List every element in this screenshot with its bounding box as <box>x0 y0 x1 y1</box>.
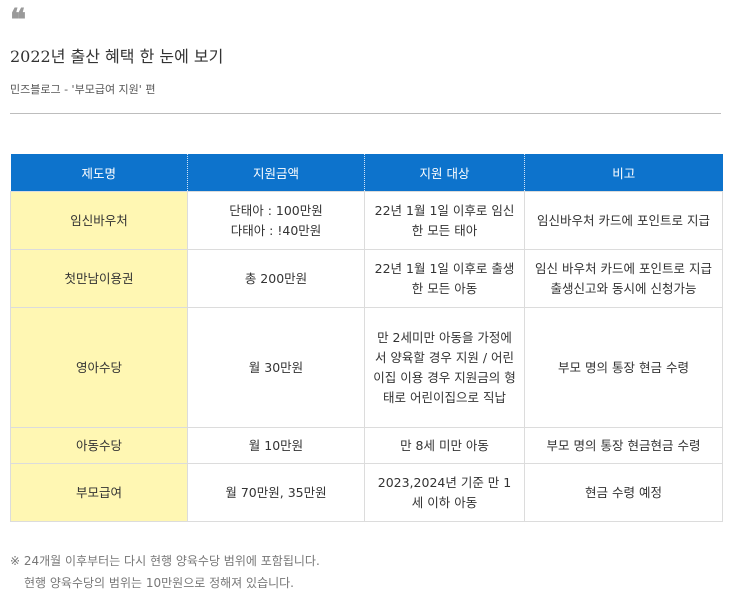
amount-cell: 단태아 : 100만원 다태아 : !40만원 <box>187 191 365 250</box>
column-header-target: 지원 대상 <box>364 154 525 192</box>
program-name-cell: 첫만남이용권 <box>10 249 188 308</box>
divider <box>10 113 721 114</box>
target-cell: 2023,2024년 기준 만 1세 이하 아동 <box>364 463 525 522</box>
note-cell: 부모 명의 통장 현금 수령 <box>524 307 723 428</box>
amount-cell: 월 10만원 <box>187 427 365 464</box>
program-name-cell: 아동수당 <box>10 427 188 464</box>
target-cell: 22년 1월 1일 이후로 출생한 모든 아동 <box>364 249 525 308</box>
program-name-cell: 임신바우처 <box>10 191 188 250</box>
target-cell: 만 2세미만 아동을 가정에서 양육할 경우 지원 / 어린이집 이용 경우 지… <box>364 307 525 428</box>
column-header-program: 제도명 <box>10 154 188 192</box>
target-cell: 만 8세 미만 아동 <box>364 427 525 464</box>
table-row: 부모급여 월 70만원, 35만원 2023,2024년 기준 만 1세 이하 … <box>10 463 723 522</box>
amount-cell: 월 70만원, 35만원 <box>187 463 365 522</box>
table-row: 임신바우처 단태아 : 100만원 다태아 : !40만원 22년 1월 1일 … <box>10 191 723 250</box>
target-cell: 22년 1월 1일 이후로 임신한 모든 태아 <box>364 191 525 250</box>
note-cell: 임신 바우처 카드에 포인트로 지급 출생신고와 동시에 신청가능 <box>524 249 723 308</box>
program-name-cell: 영아수당 <box>10 307 188 428</box>
page-subtitle: 민즈블로그 - '부모급여 지원' 편 <box>10 83 156 96</box>
table-row: 첫만남이용권 총 200만원 22년 1월 1일 이후로 출생한 모든 아동 임… <box>10 249 723 308</box>
footnote-line: ※ 24개월 이후부터는 다시 현행 양육수당 범위에 포함됩니다. <box>10 554 320 568</box>
amount-cell: 총 200만원 <box>187 249 365 308</box>
table-row: 영아수당 월 30만원 만 2세미만 아동을 가정에서 양육할 경우 지원 / … <box>10 307 723 428</box>
page-title: 2022년 출산 혜택 한 눈에 보기 <box>10 47 224 66</box>
column-header-note: 비고 <box>524 154 723 192</box>
note-cell: 임신바우처 카드에 포인트로 지급 <box>524 191 723 250</box>
table-header-row: 제도명 지원금액 지원 대상 비고 <box>10 154 723 192</box>
note-cell: 현금 수령 예정 <box>524 463 723 522</box>
amount-cell: 월 30만원 <box>187 307 365 428</box>
benefits-table: 제도명 지원금액 지원 대상 비고 임신바우처 단태아 : 100만원 다태아 … <box>10 154 723 522</box>
program-name-cell: 부모급여 <box>10 463 188 522</box>
column-header-amount: 지원금액 <box>187 154 365 192</box>
quote-mark-icon: ❝ <box>10 3 26 38</box>
footnote-line: 현행 양육수당의 범위는 10만원으로 정해져 있습니다. <box>24 576 294 590</box>
table-row: 아동수당 월 10만원 만 8세 미만 아동 부모 명의 통장 현금현금 수령 <box>10 427 723 464</box>
note-cell: 부모 명의 통장 현금현금 수령 <box>524 427 723 464</box>
